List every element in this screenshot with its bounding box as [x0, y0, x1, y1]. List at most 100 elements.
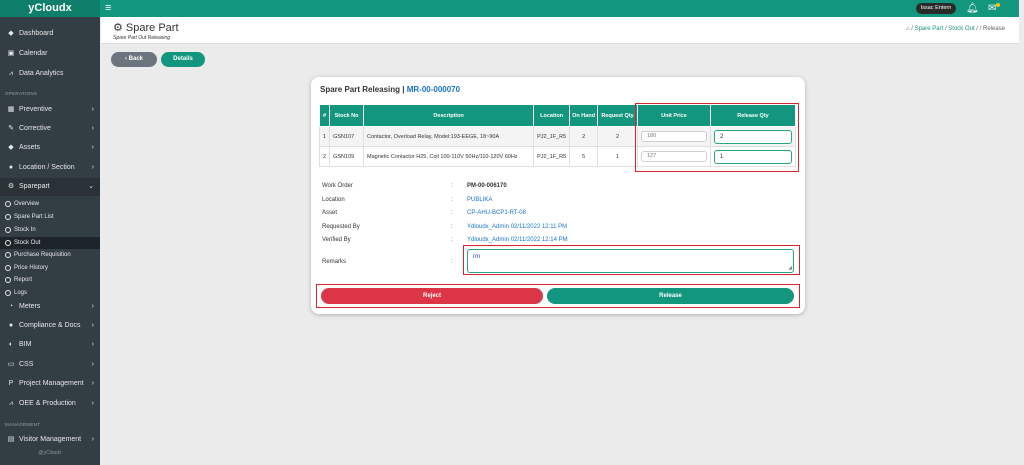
chevron-right-icon: ›: [91, 380, 94, 387]
chevron-right-icon: ›: [91, 436, 94, 443]
sidebar-item-css[interactable]: ▭ CSS ›: [0, 356, 100, 374]
sidebar-sub-label: Overview: [14, 201, 40, 207]
highlight-box-remarks: [463, 245, 800, 275]
location-label: Location: [322, 197, 345, 203]
sidebar-item-calendar[interactable]: ▣ Calendar: [0, 45, 100, 63]
verified-by-label: Verified By: [322, 237, 351, 243]
sidebar-item-label: Project Management: [19, 380, 84, 387]
location-value[interactable]: PUBLIKA: [467, 197, 492, 203]
sidebar-item-dashboard[interactable]: ◆ Dashboard: [0, 25, 100, 43]
sidebar-item-label: Location / Section: [19, 164, 75, 171]
sidebar-item-data-analytics[interactable]: ⩘ Data Analytics: [0, 65, 100, 83]
sidebar-sub-price-history[interactable]: Price History: [0, 262, 100, 274]
col-header: #: [318, 104, 331, 127]
sidebar-item-sparepart[interactable]: ⚙ Sparepart ⌄: [0, 178, 100, 196]
stock-no: GSN109: [329, 146, 365, 167]
wrench-icon: ✎: [8, 125, 14, 132]
info-colon: :: [451, 210, 453, 216]
compliance-icon: ●: [8, 322, 14, 329]
back-button[interactable]: ‹ Back: [111, 52, 157, 67]
sidebar-item-meters[interactable]: ◔ Meters ›: [0, 298, 100, 316]
sidebar-item-oee-production[interactable]: ⩘ OEE & Production ›: [0, 395, 100, 413]
sidebar-sub-label: Stock In: [14, 227, 36, 233]
sidebar-sub-overview[interactable]: Overview: [0, 198, 100, 210]
circle-icon: [5, 227, 11, 233]
breadcrumb-stock-out[interactable]: Stock Out: [948, 26, 974, 32]
brand-logo[interactable]: yCloudx: [0, 0, 100, 17]
circle-icon: [5, 265, 11, 271]
sidebar-item-bim[interactable]: ◐ BIM ›: [0, 336, 100, 354]
bell-icon[interactable]: 🔔︎: [966, 2, 979, 15]
col-header: Description: [363, 104, 535, 127]
sidebar-item-preventive[interactable]: ▦ Preventive ›: [0, 101, 100, 119]
sidebar-sub-report[interactable]: Report: [0, 274, 100, 286]
sidebar-sub-label: Stock Out: [14, 240, 41, 246]
sidebar-item-label: BIM: [19, 341, 32, 348]
analytics-icon: ⩘: [9, 70, 13, 77]
description: Contactor, Overload Relay, Model:193-EEG…: [363, 126, 535, 147]
user-badge[interactable]: Issac Entern: [916, 3, 956, 14]
col-header: On Hand: [569, 104, 599, 127]
page-header: ⚙︎ Spare Part Spare Part Out Releasing ⌂…: [101, 17, 1019, 44]
work-order-value: PM-00-006170: [467, 183, 507, 189]
sidebar-item-project-management[interactable]: P Project Management ›: [0, 375, 100, 393]
sidebar-sub-label: Report: [14, 277, 33, 283]
card-title: Spare Part Releasing | MR-00-000070: [320, 85, 461, 94]
section-operations: OPERATIONS: [5, 91, 38, 96]
chevron-right-icon: ›: [91, 144, 94, 151]
sidebar-sub-spare-part-list[interactable]: Spare Part List: [0, 211, 100, 223]
sidebar-item-corrective[interactable]: ✎ Corrective ›: [0, 120, 100, 138]
row-number: 2: [318, 146, 331, 167]
sidebar-item-compliance-docs[interactable]: ● Compliance & Docs ›: [0, 317, 100, 335]
info-colon: :: [451, 237, 453, 243]
sidebar-item-location-section[interactable]: ● Location / Section ›: [0, 159, 100, 177]
highlight-box-prices: [635, 103, 799, 172]
sidebar-sub-purchase-requisition[interactable]: Purchase Requisition: [0, 249, 100, 261]
on-hand: 5: [569, 146, 599, 167]
breadcrumb-spare-part[interactable]: Spare Part: [915, 26, 944, 32]
circle-icon: [5, 277, 11, 283]
chevron-right-icon: ›: [91, 164, 94, 171]
calendar-icon: ▣: [7, 50, 15, 57]
mr-number[interactable]: MR-00-000070: [407, 85, 460, 94]
sidebar-sub-stock-out[interactable]: Stock Out: [0, 237, 100, 249]
calendar-icon: ▦: [7, 106, 15, 113]
release-card: Spare Part Releasing | MR-00-000070 # St…: [311, 77, 805, 314]
spare-part-icon: ⚙︎: [113, 22, 126, 34]
asset-value[interactable]: CP-AHU-BCP1-RT-08: [467, 210, 526, 216]
sidebar-item-label: Preventive: [19, 106, 53, 113]
col-header: Stock No: [329, 104, 365, 127]
chevron-right-icon: ›: [91, 106, 94, 113]
chevron-right-icon: ›: [91, 361, 94, 368]
home-icon[interactable]: ⌂: [906, 26, 910, 32]
col-header: Location: [533, 104, 571, 127]
visitor-icon: ▤: [7, 436, 15, 443]
menu-icon[interactable]: ≡: [105, 2, 117, 14]
sidebar-item-label: Compliance & Docs: [19, 322, 81, 329]
chevron-right-icon: ›: [91, 341, 94, 348]
sidebar-item-label: Assets: [19, 144, 41, 151]
circle-icon: [5, 290, 11, 296]
sidebar-sub-label: Price History: [14, 265, 49, 271]
request-qty: 2: [597, 126, 638, 147]
chevron-right-icon: ›: [91, 400, 94, 407]
details-button[interactable]: Details: [161, 52, 205, 67]
sidebar-sub-stock-in[interactable]: Stock In: [0, 224, 100, 236]
col-header: Request Qty: [597, 104, 638, 127]
description: Magnetic Contactor H25, Coil 100-110V 50…: [363, 146, 535, 167]
bim-icon: ◐: [8, 341, 14, 348]
verified-by-value[interactable]: Ydloudx_Admin 02/11/2022 12:14 PM: [467, 237, 568, 243]
sidebar-item-label: Sparepart: [19, 183, 50, 190]
breadcrumb: ⌂ / Spare Part / Stock Out / / Release: [905, 26, 1005, 32]
sidebar-item-assets[interactable]: ◆ Assets ›: [0, 139, 100, 157]
sidebar-sub-label: Spare Part List: [14, 214, 54, 220]
info-colon: :: [451, 197, 453, 203]
gear-icon: ⚙: [7, 183, 15, 190]
sidebar-item-label: Corrective: [19, 125, 51, 132]
requested-by-value[interactable]: Ydloudx_Admin 02/11/2022 12:11 PM: [467, 224, 567, 230]
sidebar-item-visitor-management[interactable]: ▤ Visitor Management ›: [0, 431, 100, 449]
circle-icon: [5, 252, 11, 258]
sidebar-item-label: Visitor Management: [19, 436, 82, 443]
sidebar-sub-label: Logs: [14, 290, 28, 296]
location-icon: ●: [8, 164, 14, 171]
